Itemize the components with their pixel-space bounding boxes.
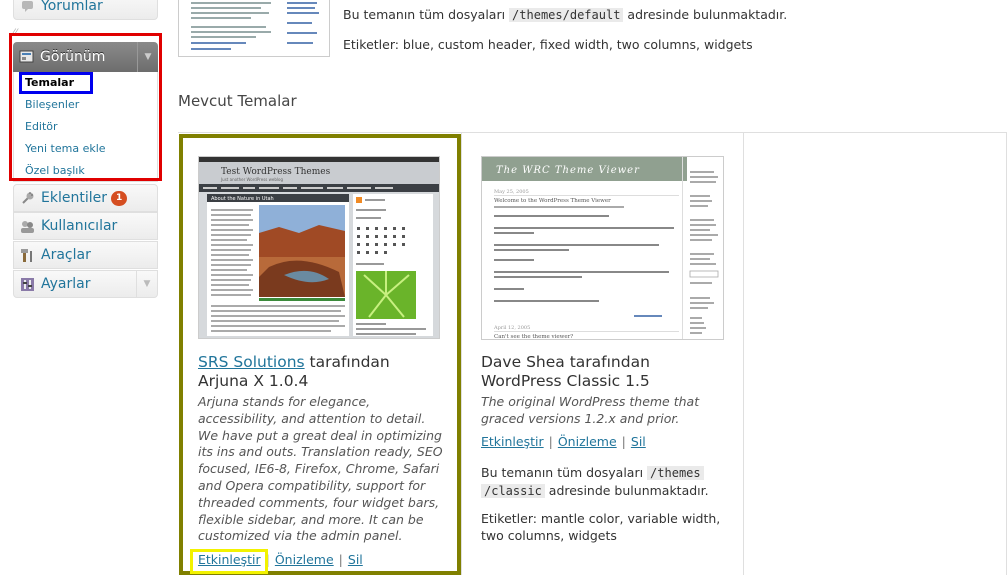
arjuna-post-title: About the Nature in Utah: [211, 196, 274, 202]
classic-header: The WRC Theme Viewer: [496, 165, 640, 176]
arjuna-site-title: Test WordPress Themes: [221, 167, 331, 177]
highlight-appearance-menu: [9, 33, 162, 181]
classic-date-1: May 25, 2005: [494, 189, 529, 195]
admin-sidebar: Yorumlar ⁄⁄ Görünüm ▼ Temalar Bileşenler…: [0, 0, 170, 575]
files-path: /themes: [647, 466, 704, 480]
menu-comments-label: Yorumlar: [41, 0, 103, 14]
theme-name: Arjuna X 1.0.4: [198, 372, 309, 390]
plugins-text: Eklentiler: [41, 190, 107, 206]
menu-settings-label: Ayarlar: [41, 276, 91, 292]
tools-icon: [20, 248, 35, 263]
files-prefix: Bu temanın tüm dosyaları: [481, 465, 644, 480]
arjuna-tagline: Just another WordPress weblog: [220, 177, 283, 182]
highlight-activate-link: [190, 549, 268, 574]
theme-by: tarafından: [309, 353, 390, 371]
classic-date-2: April 12, 2005: [493, 325, 530, 331]
files-prefix: Bu temanın tüm dosyaları: [343, 7, 506, 22]
delete-link[interactable]: Sil: [631, 434, 646, 449]
themes-page: Bu temanın tüm dosyaları /themes/default…: [170, 0, 1007, 575]
settings-icon: [20, 277, 35, 292]
theme-screenshot-arjuna[interactable]: Test WordPress Themes Just another WordP…: [198, 156, 440, 339]
menu-tools[interactable]: Araçlar: [13, 241, 158, 269]
files-path: /themes/default: [509, 8, 624, 22]
menu-users[interactable]: Kullanıcılar: [13, 212, 158, 240]
files-path: /classic: [481, 484, 545, 498]
delete-link[interactable]: Sil: [348, 552, 363, 567]
theme-files-classic: Bu temanın tüm dosyaları /themes /classi…: [481, 464, 731, 500]
grid-border: [178, 132, 1007, 133]
preview-link[interactable]: Önizleme: [275, 552, 334, 567]
files-suffix: adresinde bulunmaktadır.: [627, 7, 788, 22]
comments-icon: [20, 0, 35, 14]
menu-settings[interactable]: Ayarlar ▼: [13, 270, 158, 298]
theme-title-arjuna: SRS Solutions tarafından Arjuna X 1.0.4: [198, 353, 390, 391]
theme-by: tarafından: [569, 353, 650, 371]
plugins-update-badge: 1: [110, 190, 128, 206]
menu-comments[interactable]: Yorumlar: [13, 0, 158, 20]
theme-title-classic: Dave Shea tarafından WordPress Classic 1…: [481, 353, 650, 391]
classic-post-1: Welcome to the WordPress Theme Viewer: [494, 198, 611, 204]
theme-author-link[interactable]: SRS Solutions: [198, 353, 305, 371]
menu-toggle-icon[interactable]: ▼: [136, 271, 157, 297]
theme-description-classic: The original WordPress theme that graced…: [481, 394, 700, 426]
current-theme-screenshot: [178, 0, 330, 57]
current-theme-tags: Etiketler: blue, custom header, fixed wi…: [343, 37, 753, 52]
activate-link[interactable]: Etkinleştir: [481, 434, 544, 449]
menu-plugins-label: Eklentiler 1: [41, 190, 128, 206]
preview-link[interactable]: Önizleme: [558, 434, 617, 449]
theme-tags-classic: Etiketler: mantle color, variable width,…: [481, 511, 721, 543]
available-themes-heading: Mevcut Temalar: [178, 92, 297, 110]
theme-name: WordPress Classic 1.5: [481, 372, 650, 390]
users-icon: [20, 219, 35, 234]
menu-plugins[interactable]: Eklentiler 1: [13, 184, 158, 212]
grid-divider: [743, 132, 744, 575]
theme-author: Dave Shea: [481, 353, 565, 371]
classic-post-2: Can't see the theme viewer?: [494, 334, 573, 339]
files-suffix: adresinde bulunmaktadır.: [548, 483, 709, 498]
plugins-icon: [20, 191, 35, 206]
menu-users-label: Kullanıcılar: [41, 218, 118, 234]
current-theme-files: Bu temanın tüm dosyaları /themes/default…: [343, 7, 787, 22]
theme-description-arjuna: Arjuna stands for elegance, accessibilit…: [198, 394, 443, 544]
grid-divider: [461, 132, 462, 575]
menu-tools-label: Araçlar: [41, 247, 91, 263]
highlight-themes-item: [19, 72, 93, 94]
theme-screenshot-classic[interactable]: The WRC Theme Viewer May 25, 2005 Welcom…: [481, 156, 724, 340]
theme-actions-classic: Etkinleştir | Önizleme | Sil: [481, 434, 646, 449]
